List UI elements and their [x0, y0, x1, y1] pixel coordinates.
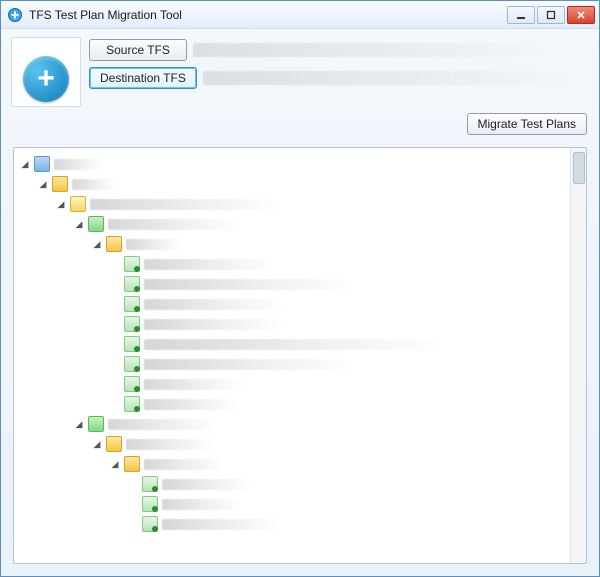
test-icon [124, 396, 140, 412]
source-tfs-value [193, 43, 553, 57]
suite-icon [88, 216, 104, 232]
config-area: + Source TFS Destination TFS [1, 29, 599, 113]
titlebar: TFS Test Plan Migration Tool [1, 1, 599, 29]
tree-node[interactable] [110, 334, 566, 354]
tree-node-label [126, 439, 216, 450]
expander-icon[interactable]: ◢ [74, 219, 84, 229]
tree-node[interactable] [128, 514, 566, 534]
tree-node[interactable] [110, 274, 566, 294]
window-controls [507, 6, 595, 24]
tree-node-label [144, 399, 239, 410]
destination-row: Destination TFS [89, 67, 589, 89]
tree-node-label [144, 359, 354, 370]
test-icon [124, 276, 140, 292]
vertical-scrollbar[interactable] [570, 148, 586, 563]
test-icon [124, 256, 140, 272]
test-icon [142, 496, 158, 512]
tree-node-label [108, 219, 238, 230]
tree-node[interactable]: ◢ [92, 434, 566, 454]
root-icon [34, 156, 50, 172]
actions-bar: Migrate Test Plans [1, 113, 599, 141]
tree-node[interactable] [110, 294, 566, 314]
tree-node-label [144, 459, 224, 470]
app-icon [7, 7, 23, 23]
destination-tfs-value [203, 71, 573, 85]
connection-rows: Source TFS Destination TFS [89, 39, 589, 89]
test-icon [124, 316, 140, 332]
expander-icon[interactable]: ◢ [92, 439, 102, 449]
tree-node[interactable] [128, 474, 566, 494]
plan-icon [70, 196, 86, 212]
maximize-button[interactable] [537, 6, 565, 24]
tree-node-label [72, 179, 116, 190]
test-icon [142, 516, 158, 532]
tree-node-label [144, 279, 354, 290]
tree-scroll-viewport: ◢ ◢ ◢ ◢ ◢ ◢ ◢ ◢ [14, 148, 570, 563]
tree-panel: ◢ ◢ ◢ ◢ ◢ ◢ ◢ ◢ [13, 147, 587, 564]
tree-node[interactable] [110, 354, 566, 374]
tree-node-label [144, 379, 244, 390]
suite2-icon [106, 236, 122, 252]
tree-node-label [144, 259, 274, 270]
tree-node[interactable]: ◢ [56, 194, 566, 214]
tree-node-label [144, 299, 284, 310]
expander-icon[interactable]: ◢ [20, 159, 30, 169]
tree-node[interactable]: ◢ [38, 174, 566, 194]
tree-node-label [126, 239, 182, 250]
tree-node[interactable] [110, 394, 566, 414]
tree-node[interactable]: ◢ [74, 414, 566, 434]
tree-node[interactable]: ◢ [110, 454, 566, 474]
tree-node[interactable] [110, 314, 566, 334]
expander-icon[interactable]: ◢ [56, 199, 66, 209]
scrollbar-thumb[interactable] [573, 152, 585, 184]
tree-node-label [162, 479, 252, 490]
test-icon [142, 476, 158, 492]
app-window: TFS Test Plan Migration Tool + Source TF… [0, 0, 600, 577]
app-logo-card: + [11, 37, 81, 107]
tree-node-label [90, 199, 280, 210]
suite-icon [88, 416, 104, 432]
tree-node-label [54, 159, 104, 170]
expander-icon[interactable]: ◢ [74, 419, 84, 429]
test-icon [124, 296, 140, 312]
suite2-icon [106, 436, 122, 452]
team-icon [52, 176, 68, 192]
source-row: Source TFS [89, 39, 589, 61]
test-icon [124, 356, 140, 372]
tree-node-label [144, 319, 284, 330]
tree-node[interactable] [110, 254, 566, 274]
window-title: TFS Test Plan Migration Tool [29, 8, 507, 22]
tree-node-label [144, 339, 444, 350]
tree-node-label [162, 519, 282, 530]
tree-node[interactable] [128, 494, 566, 514]
test-icon [124, 336, 140, 352]
suite2-icon [124, 456, 140, 472]
tree-node[interactable]: ◢ [74, 214, 566, 234]
tree-node[interactable]: ◢ [20, 154, 566, 174]
expander-icon[interactable]: ◢ [110, 459, 120, 469]
tree-node[interactable]: ◢ [92, 234, 566, 254]
source-tfs-button[interactable]: Source TFS [89, 39, 187, 61]
migrate-button[interactable]: Migrate Test Plans [467, 113, 588, 135]
expander-icon[interactable]: ◢ [92, 239, 102, 249]
destination-tfs-button[interactable]: Destination TFS [89, 67, 197, 89]
expander-icon[interactable]: ◢ [38, 179, 48, 189]
test-plan-tree[interactable]: ◢ ◢ ◢ ◢ ◢ ◢ ◢ ◢ [18, 154, 566, 534]
test-icon [124, 376, 140, 392]
tree-node-label [108, 419, 218, 430]
tree-node[interactable] [110, 374, 566, 394]
close-button[interactable] [567, 6, 595, 24]
tree-node-label [162, 499, 242, 510]
minimize-button[interactable] [507, 6, 535, 24]
plus-icon: + [23, 56, 69, 102]
